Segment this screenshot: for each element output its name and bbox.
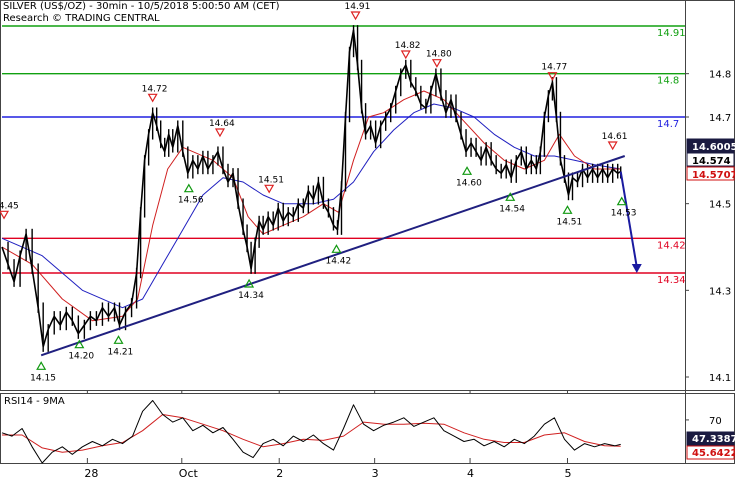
rsi-panel-frame [0,393,735,464]
chart-title: SILVER (US$/OZ) - 30min - 10/5/2018 5:00… [3,1,280,12]
y-tick-label: 14.3 [709,286,731,297]
x-tick-label: 5 [564,467,571,480]
swing-high-label: 14.80 [426,50,452,60]
projection-arrow [619,171,638,268]
y-tick-label: 14.1 [709,373,731,384]
swing-low-label: 14.60 [456,178,482,188]
swing-low-label: 14.15 [30,373,56,383]
level-label: 14.34 [657,275,686,286]
down-triangle-marker [350,11,361,21]
swing-high-label: 14.82 [395,41,421,51]
chart-credit: Research © TRADING CENTRAL [3,13,160,24]
swing-high-label: 14.64 [209,119,235,129]
price-tag-label: 14.6005 [692,142,735,153]
down-triangle-marker [607,141,618,151]
swing-low-label: 14.51 [556,217,582,227]
x-tick-label: 2 [276,467,283,480]
up-triangle-marker [462,166,473,175]
rsi-y-tick-label: 70 [709,416,722,427]
up-triangle-marker [113,335,124,344]
x-tick-label: 3 [372,467,379,480]
up-triangle-marker [562,205,573,214]
chart-canvas: 14.1 14.3 14.5 14.7 14.8 28 Oct 2 3 4 5 14.91 14.8 14… [0,0,735,480]
swing-low-label: 14.34 [238,291,264,301]
swing-high-label: 14.45 [0,201,19,211]
y-tick-label: 14.8 [709,70,731,81]
swing-high-label: 14.91 [345,2,371,12]
down-triangle-marker [400,50,411,60]
swing-low-label: 14.54 [499,204,525,214]
swing-low-label: 14.21 [108,347,134,357]
y-tick-label: 14.7 [709,113,731,124]
down-triangle-marker [147,93,158,103]
level-label: 14.91 [657,28,686,39]
up-triangle-marker [331,244,342,253]
x-tick-label: 28 [84,467,98,480]
level-label: 14.42 [657,240,686,251]
up-triangle-marker [183,183,194,193]
swing-high-label: 14.77 [541,63,567,73]
rsi-ma-line [2,414,621,453]
swing-high-label: 14.72 [142,84,168,94]
swing-low-label: 14.53 [611,209,637,219]
level-label: 14.8 [657,76,679,87]
price-tag-label: 14.5707 [692,170,735,181]
rsi-line [1,400,621,464]
rsi-ma-tag: 45.6422 [692,448,735,459]
x-tick-label: 4 [467,467,474,480]
down-triangle-marker [264,184,275,194]
ma-slow-line [1,103,621,309]
projection-arrowhead [631,264,642,273]
swing-low-label: 14.56 [178,196,204,206]
y-tick-label: 14.5 [709,200,731,211]
price-tag-label: 14.574 [692,156,731,167]
rsi-title: RSI14 - 9MA [4,396,65,407]
swing-high-label: 14.51 [258,175,284,185]
down-triangle-marker [0,210,10,220]
down-triangle-marker [214,128,225,138]
swing-low-label: 14.20 [68,352,94,362]
swing-low-label: 14.42 [325,256,351,266]
swing-high-label: 14.61 [602,132,628,142]
up-triangle-marker [36,361,47,370]
ma-fast-line [1,90,621,322]
down-triangle-marker [431,59,442,68]
x-tick-label: Oct [179,467,199,480]
rsi-value-tag: 47.3387 [692,434,735,445]
level-label: 14.7 [657,119,679,130]
